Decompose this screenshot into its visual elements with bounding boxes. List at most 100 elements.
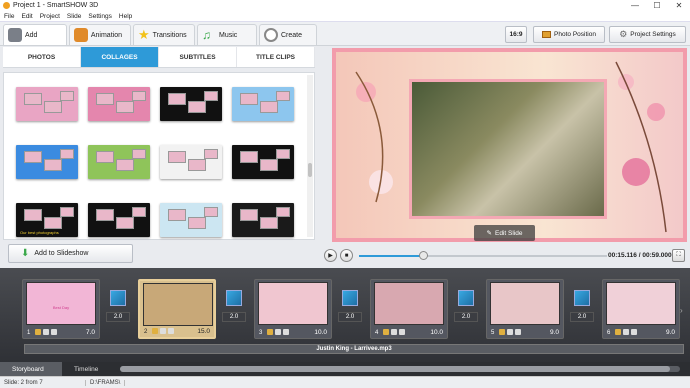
audio-track[interactable]: Justin King - Larrivee.mp3 [24,344,684,354]
collage-thumb[interactable] [160,145,222,179]
project-path: D:\FRAMS\ [86,379,126,386]
transition-thumbnail[interactable] [110,290,126,306]
collage-thumb[interactable] [88,203,150,237]
tab-subtitles[interactable]: SUBTITLES [159,47,237,67]
tab-music[interactable]: ♫ Music [197,24,257,45]
pencil-icon[interactable] [35,329,41,335]
collage-thumb[interactable] [16,87,78,121]
menu-project[interactable]: Project [40,13,60,20]
slide-thumbnail: Best Day [26,282,96,325]
edit-slide-button[interactable]: ✎ Edit Slide [474,225,535,241]
collage-thumb[interactable] [160,87,222,121]
storyboard-slide[interactable]: 2 15.0 [138,279,216,339]
stop-button[interactable]: ■ [340,249,353,262]
animation-icon [74,28,88,42]
add-icon [8,28,22,42]
transition-duration: 2.0 [222,312,246,322]
collage-thumb[interactable] [232,203,294,237]
storyboard-slide[interactable]: 5 9.0 [486,279,564,339]
title-bar: Project 1 - SmartSHOW 3D — ☐ ✕ [0,0,690,11]
tab-storyboard[interactable]: Storyboard [0,362,62,376]
collage-thumb[interactable] [160,203,222,237]
collage-thumb[interactable] [16,145,78,179]
collage-thumb[interactable] [232,87,294,121]
slide-duration: 9.0 [665,329,675,336]
tab-add[interactable]: Add [3,24,67,45]
slide-number: 1 [27,330,31,336]
mute-icon[interactable] [515,329,521,335]
collage-gallery: Our best photographs [3,72,315,240]
speaker-icon[interactable] [507,329,513,335]
slide-number: 6 [607,330,611,336]
speaker-icon[interactable] [160,328,166,334]
menu-bar: File Edit Project Slide Settings Help [0,11,690,22]
mute-icon[interactable] [631,329,637,335]
menu-settings[interactable]: Settings [88,13,112,20]
menu-slide[interactable]: Slide [67,13,81,20]
storyboard-slide[interactable]: Best Day 1 7.0 [22,279,100,339]
storyboard: Best Day 1 7.0 2.0 2 15.0 2.0 3 10.0 2.0 4 10.0 2.0 5… [0,268,690,362]
slide-duration: 10.0 [430,329,443,336]
storyboard-slide[interactable]: 3 10.0 [254,279,332,339]
mute-icon[interactable] [283,329,289,335]
menu-help[interactable]: Help [119,13,132,20]
slide-duration: 10.0 [314,329,327,336]
pencil-icon[interactable] [615,329,621,335]
menu-file[interactable]: File [4,13,14,20]
mute-icon[interactable] [399,329,405,335]
speaker-icon[interactable] [623,329,629,335]
photo-position-button[interactable]: Photo Position [533,26,605,43]
down-arrow-icon: ⬇ [21,248,30,259]
pencil-icon[interactable] [152,328,158,334]
pencil-icon[interactable] [267,329,273,335]
close-button[interactable]: ✕ [668,0,690,11]
pencil-icon[interactable] [383,329,389,335]
status-bar: Slide: 2 from 7 D:\FRAMS\ [0,376,690,388]
pencil-icon[interactable] [499,329,505,335]
collage-thumb[interactable] [88,145,150,179]
transition-thumbnail[interactable] [574,290,590,306]
slide-thumbnail [258,282,328,325]
tab-animation[interactable]: Animation [69,24,131,45]
slide-caption: Best Day [52,305,70,310]
collage-thumb[interactable] [88,87,150,121]
transition-thumbnail[interactable] [458,290,474,306]
collage-thumb[interactable] [232,145,294,179]
bottom-tabs: Storyboard Timeline [0,362,690,376]
tab-create[interactable]: Create [259,24,317,45]
speaker-icon[interactable] [43,329,49,335]
transition-duration: 2.0 [106,312,130,322]
speaker-icon[interactable] [275,329,281,335]
menu-edit[interactable]: Edit [21,13,32,20]
speaker-icon[interactable] [391,329,397,335]
slide-thumbnail [490,282,560,325]
project-settings-button[interactable]: ⚙ Project Settings [609,26,686,43]
tab-transitions[interactable]: ★ Transitions [133,24,195,45]
maximize-button[interactable]: ☐ [646,0,668,11]
storyboard-slide[interactable]: 6 9.0 [602,279,680,339]
slide-number: 3 [259,330,263,336]
minimize-button[interactable]: — [624,0,646,11]
chevron-right-icon[interactable]: › [680,306,683,315]
transition-duration: 2.0 [338,312,362,322]
aspect-ratio-button[interactable]: 16:9 [505,26,527,43]
tab-title-clips[interactable]: TITLE CLIPS [237,47,315,67]
transition-thumbnail[interactable] [342,290,358,306]
tab-collages[interactable]: COLLAGES [81,47,159,67]
add-to-slideshow-button[interactable]: ⬇ Add to Slideshow [8,244,133,263]
fullscreen-button[interactable]: ⛶ [672,249,685,262]
mute-icon[interactable] [168,328,174,334]
pencil-icon: ✎ [486,230,492,237]
tab-timeline[interactable]: Timeline [62,362,110,376]
tab-photos[interactable]: PHOTOS [3,47,81,67]
transition-thumbnail[interactable] [226,290,242,306]
app-icon [3,2,10,9]
mute-icon[interactable] [51,329,57,335]
gallery-scrollbar[interactable] [307,75,313,237]
storyboard-slide[interactable]: 4 10.0 [370,279,448,339]
collage-thumb[interactable]: Our best photographs [16,203,78,237]
progress-track[interactable] [359,255,607,257]
play-button[interactable]: ▶ [324,249,337,262]
storyboard-scrollbar[interactable] [120,366,680,372]
progress-knob[interactable] [419,251,429,260]
